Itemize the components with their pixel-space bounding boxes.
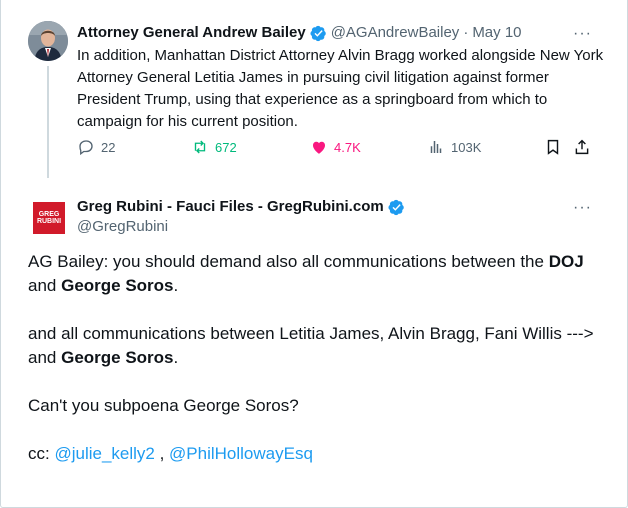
author-name[interactable]: Attorney General Andrew Bailey: [77, 24, 306, 42]
author-handle[interactable]: @AGAndrewBailey: [331, 24, 460, 42]
text-segment: .: [173, 348, 179, 367]
author-name[interactable]: Greg Rubini - Fauci Files - GregRubini.c…: [77, 198, 384, 216]
text-segment: and: [28, 276, 62, 295]
paragraph: AG Bailey: you should demand also all co…: [28, 250, 608, 298]
parent-tweet-header: Attorney General Andrew Bailey @AGAndrew…: [77, 24, 522, 42]
reply-button[interactable]: 22: [77, 136, 115, 158]
reply-count: 22: [101, 139, 116, 155]
like-count: 4.7K: [334, 139, 361, 155]
tweet-text: AG Bailey: you should demand also all co…: [28, 250, 608, 490]
like-icon: [313, 141, 325, 154]
text-segment: AG Bailey: you should demand also all co…: [28, 252, 549, 271]
tweet-date[interactable]: May 10: [472, 24, 521, 42]
thread-line: [47, 66, 49, 178]
tweet-text: In addition, Manhattan District Attorney…: [77, 47, 604, 130]
paragraph: cc: @julie_kelly2 , @PhilHollowayEsq: [28, 442, 608, 466]
avatar[interactable]: GREG RUBINI: [33, 202, 65, 234]
views-button[interactable]: 103K: [427, 136, 481, 158]
more-icon[interactable]: ···: [573, 200, 592, 216]
parent-tweet[interactable]: Attorney General Andrew Bailey @AGAndrew…: [1, 0, 627, 178]
like-button[interactable]: 4.7K: [310, 136, 361, 158]
views-count: 103K: [451, 139, 482, 155]
mention-link[interactable]: @julie_kelly2: [54, 444, 154, 463]
bookmark-icon: [547, 139, 559, 155]
separator-dot: ·: [463, 24, 469, 41]
share-button[interactable]: [573, 136, 597, 158]
action-bar: 22 672 4.7K 103K: [77, 136, 597, 158]
text-segment: .: [173, 276, 179, 295]
reply-tweet-header: Greg Rubini - Fauci Files - GregRubini.c…: [77, 198, 409, 216]
text-segment: cc:: [28, 444, 55, 463]
repost-icon: [194, 140, 206, 154]
author-handle[interactable]: @GregRubini: [77, 218, 168, 236]
mention-link[interactable]: @PhilHollowayEsq: [169, 444, 313, 463]
share-icon: [575, 139, 589, 155]
avatar-text: RUBINI: [36, 218, 62, 225]
avatar-portrait-icon: [28, 21, 68, 61]
bookmark-button[interactable]: [544, 136, 568, 158]
verified-badge-icon[interactable]: [388, 199, 405, 216]
views-icon: [430, 141, 442, 153]
avatar-text: GREG: [38, 211, 60, 218]
paragraph: Can't you subpoena George Soros?: [28, 396, 299, 415]
bold-text: DOJ: [548, 252, 584, 271]
more-icon[interactable]: ···: [573, 26, 592, 42]
text-segment: ,: [154, 444, 170, 463]
repost-count: 672: [215, 139, 237, 155]
tweet-card-frame: Attorney General Andrew Bailey @AGAndrew…: [0, 0, 628, 508]
bold-text: George Soros: [61, 276, 174, 295]
paragraph: and all communications between Letitia J…: [28, 322, 608, 370]
bold-text: George Soros: [61, 348, 174, 367]
avatar[interactable]: [28, 21, 68, 61]
reply-tweet[interactable]: GREG RUBINI Greg Rubini - Fauci Files - …: [1, 180, 627, 480]
verified-badge-icon[interactable]: [310, 25, 327, 42]
repost-button[interactable]: 672: [191, 136, 237, 158]
reply-icon: [79, 140, 93, 156]
